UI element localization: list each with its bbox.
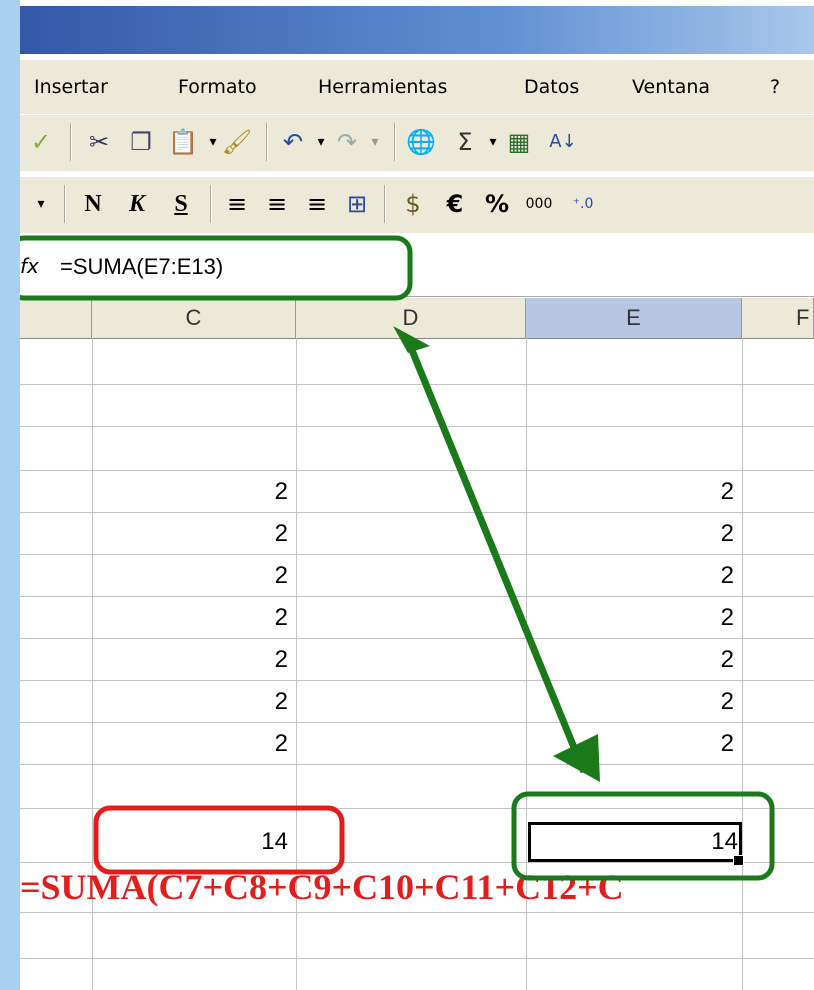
- red-highlight-box: [93, 805, 345, 875]
- spreadsheet-window: Insertar Formato Herramientas Datos Vent…: [20, 0, 814, 990]
- green-arrow-shaft: [403, 336, 588, 774]
- green-arrow-head-top: [393, 326, 430, 353]
- annotation-overlay: [20, 235, 775, 881]
- green-highlight-box: [511, 791, 775, 881]
- formula-highlight-box: [20, 235, 413, 301]
- green-arrow-head-bottom: [553, 734, 600, 782]
